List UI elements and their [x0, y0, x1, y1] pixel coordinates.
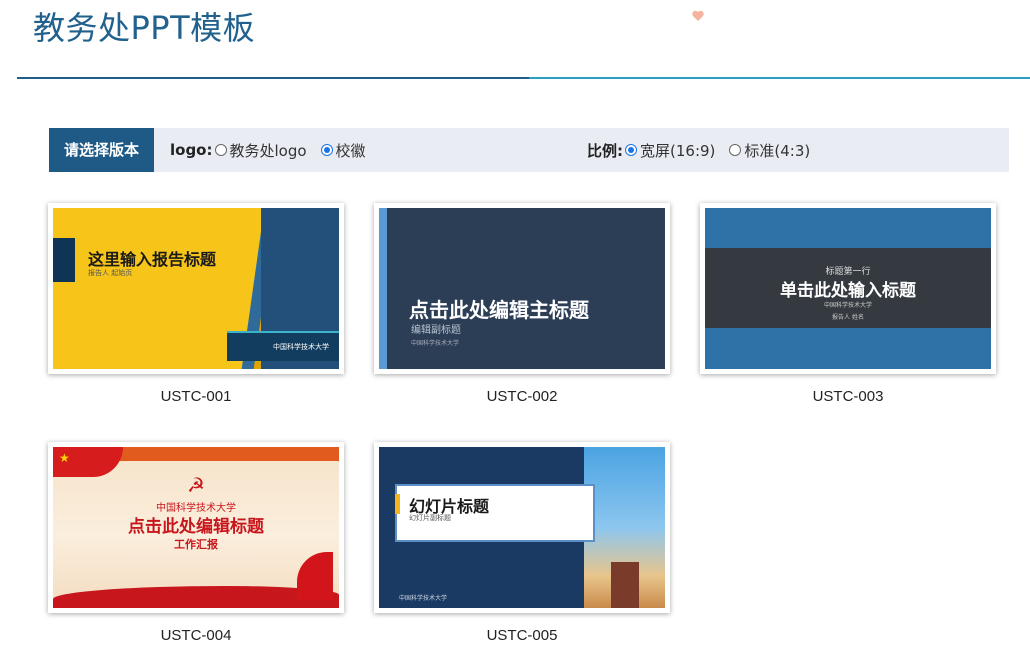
logo-jwc-radio[interactable] [214, 144, 227, 156]
logo-option-emblem[interactable]: 校徽 [320, 140, 366, 161]
ratio-wide-label: 宽屏(16:9) [640, 141, 716, 160]
thumb-reporter: 报告人 姓名 [832, 314, 864, 321]
thumb-title: 单击此处输入标题 [780, 281, 916, 301]
template-thumbnail[interactable]: 这里输入报告标题 报告人 起始页 中国科学技术大学 [53, 208, 339, 369]
ratio-label: 比例: [587, 141, 623, 160]
ratio-option-standard[interactable]: 标准(4:3) [729, 140, 810, 161]
heart-icon [692, 10, 704, 21]
ratio-standard-radio[interactable] [729, 144, 742, 156]
thumb-footer: 中国科学技术大学 [399, 595, 448, 602]
template-caption[interactable]: USTC-002 [374, 388, 670, 405]
logo-jwc-label: 教务处logo [229, 141, 307, 160]
template-caption[interactable]: USTC-003 [700, 388, 996, 405]
template-caption[interactable]: USTC-005 [374, 627, 670, 644]
ratio-wide-radio[interactable] [625, 144, 637, 156]
thumb-title: 这里输入报告标题 [88, 250, 217, 269]
thumb-footer: 中国科学技术大学 [273, 343, 329, 351]
thumb-subtitle: 编辑副标题 [411, 325, 461, 336]
party-emblem-icon: ☭ [187, 473, 205, 497]
ratio-standard-label: 标准(4:3) [744, 141, 811, 160]
thumb-title: 点击此处编辑标题 [128, 517, 264, 537]
logo-option-group: logo: 教务处logo 校徽 [170, 128, 380, 172]
logo-label: logo: [170, 141, 213, 159]
thumb-footer: 中国科学技术大学 [411, 340, 460, 347]
thumb-subtitle: 报告人 起始页 [88, 269, 133, 277]
thumb-subtitle: 幻灯片副标题 [409, 514, 451, 522]
logo-emblem-radio[interactable] [320, 144, 333, 156]
thumb-line3: 工作汇报 [174, 538, 218, 551]
star-icon: ★ [59, 451, 70, 465]
thumb-footer: 中国科学技术大学 [823, 302, 872, 309]
logo-emblem-label: 校徽 [335, 141, 366, 160]
template-card-ustc-002[interactable]: 点击此处编辑主标题 编辑副标题 中国科学技术大学 [374, 203, 670, 374]
template-caption[interactable]: USTC-001 [48, 388, 344, 405]
template-thumbnail[interactable]: 点击此处编辑主标题 编辑副标题 中国科学技术大学 [379, 208, 665, 369]
version-filter-bar: 请选择版本 logo: 教务处logo 校徽 比例: 宽屏(16:9) 标准(4… [49, 128, 1009, 172]
template-card-ustc-001[interactable]: 这里输入报告标题 报告人 起始页 中国科学技术大学 [48, 203, 344, 374]
template-thumbnail[interactable]: 标题第一行 单击此处输入标题 中国科学技术大学 报告人 姓名 [705, 208, 991, 369]
ratio-option-wide[interactable]: 宽屏(16:9) [625, 140, 715, 161]
page-title: 教务处PPT模板 [33, 9, 256, 47]
thumb-title: 点击此处编辑主标题 [409, 298, 589, 322]
template-card-ustc-003[interactable]: 标题第一行 单击此处输入标题 中国科学技术大学 报告人 姓名 [700, 203, 996, 374]
logo-option-jwc[interactable]: 教务处logo [214, 140, 307, 161]
template-card-ustc-005[interactable]: 幻灯片标题 幻灯片副标题 中国科学技术大学 [374, 442, 670, 613]
ratio-option-group: 比例: 宽屏(16:9) 标准(4:3) [587, 128, 824, 172]
header-divider [17, 77, 1030, 79]
template-thumbnail[interactable]: ★ ☭ 中国科学技术大学 点击此处编辑标题 工作汇报 [53, 447, 339, 608]
filter-heading: 请选择版本 [49, 128, 154, 172]
template-thumbnail[interactable]: 幻灯片标题 幻灯片副标题 中国科学技术大学 [379, 447, 665, 608]
template-caption[interactable]: USTC-004 [48, 627, 344, 644]
template-card-ustc-004[interactable]: ★ ☭ 中国科学技术大学 点击此处编辑标题 工作汇报 [48, 442, 344, 613]
